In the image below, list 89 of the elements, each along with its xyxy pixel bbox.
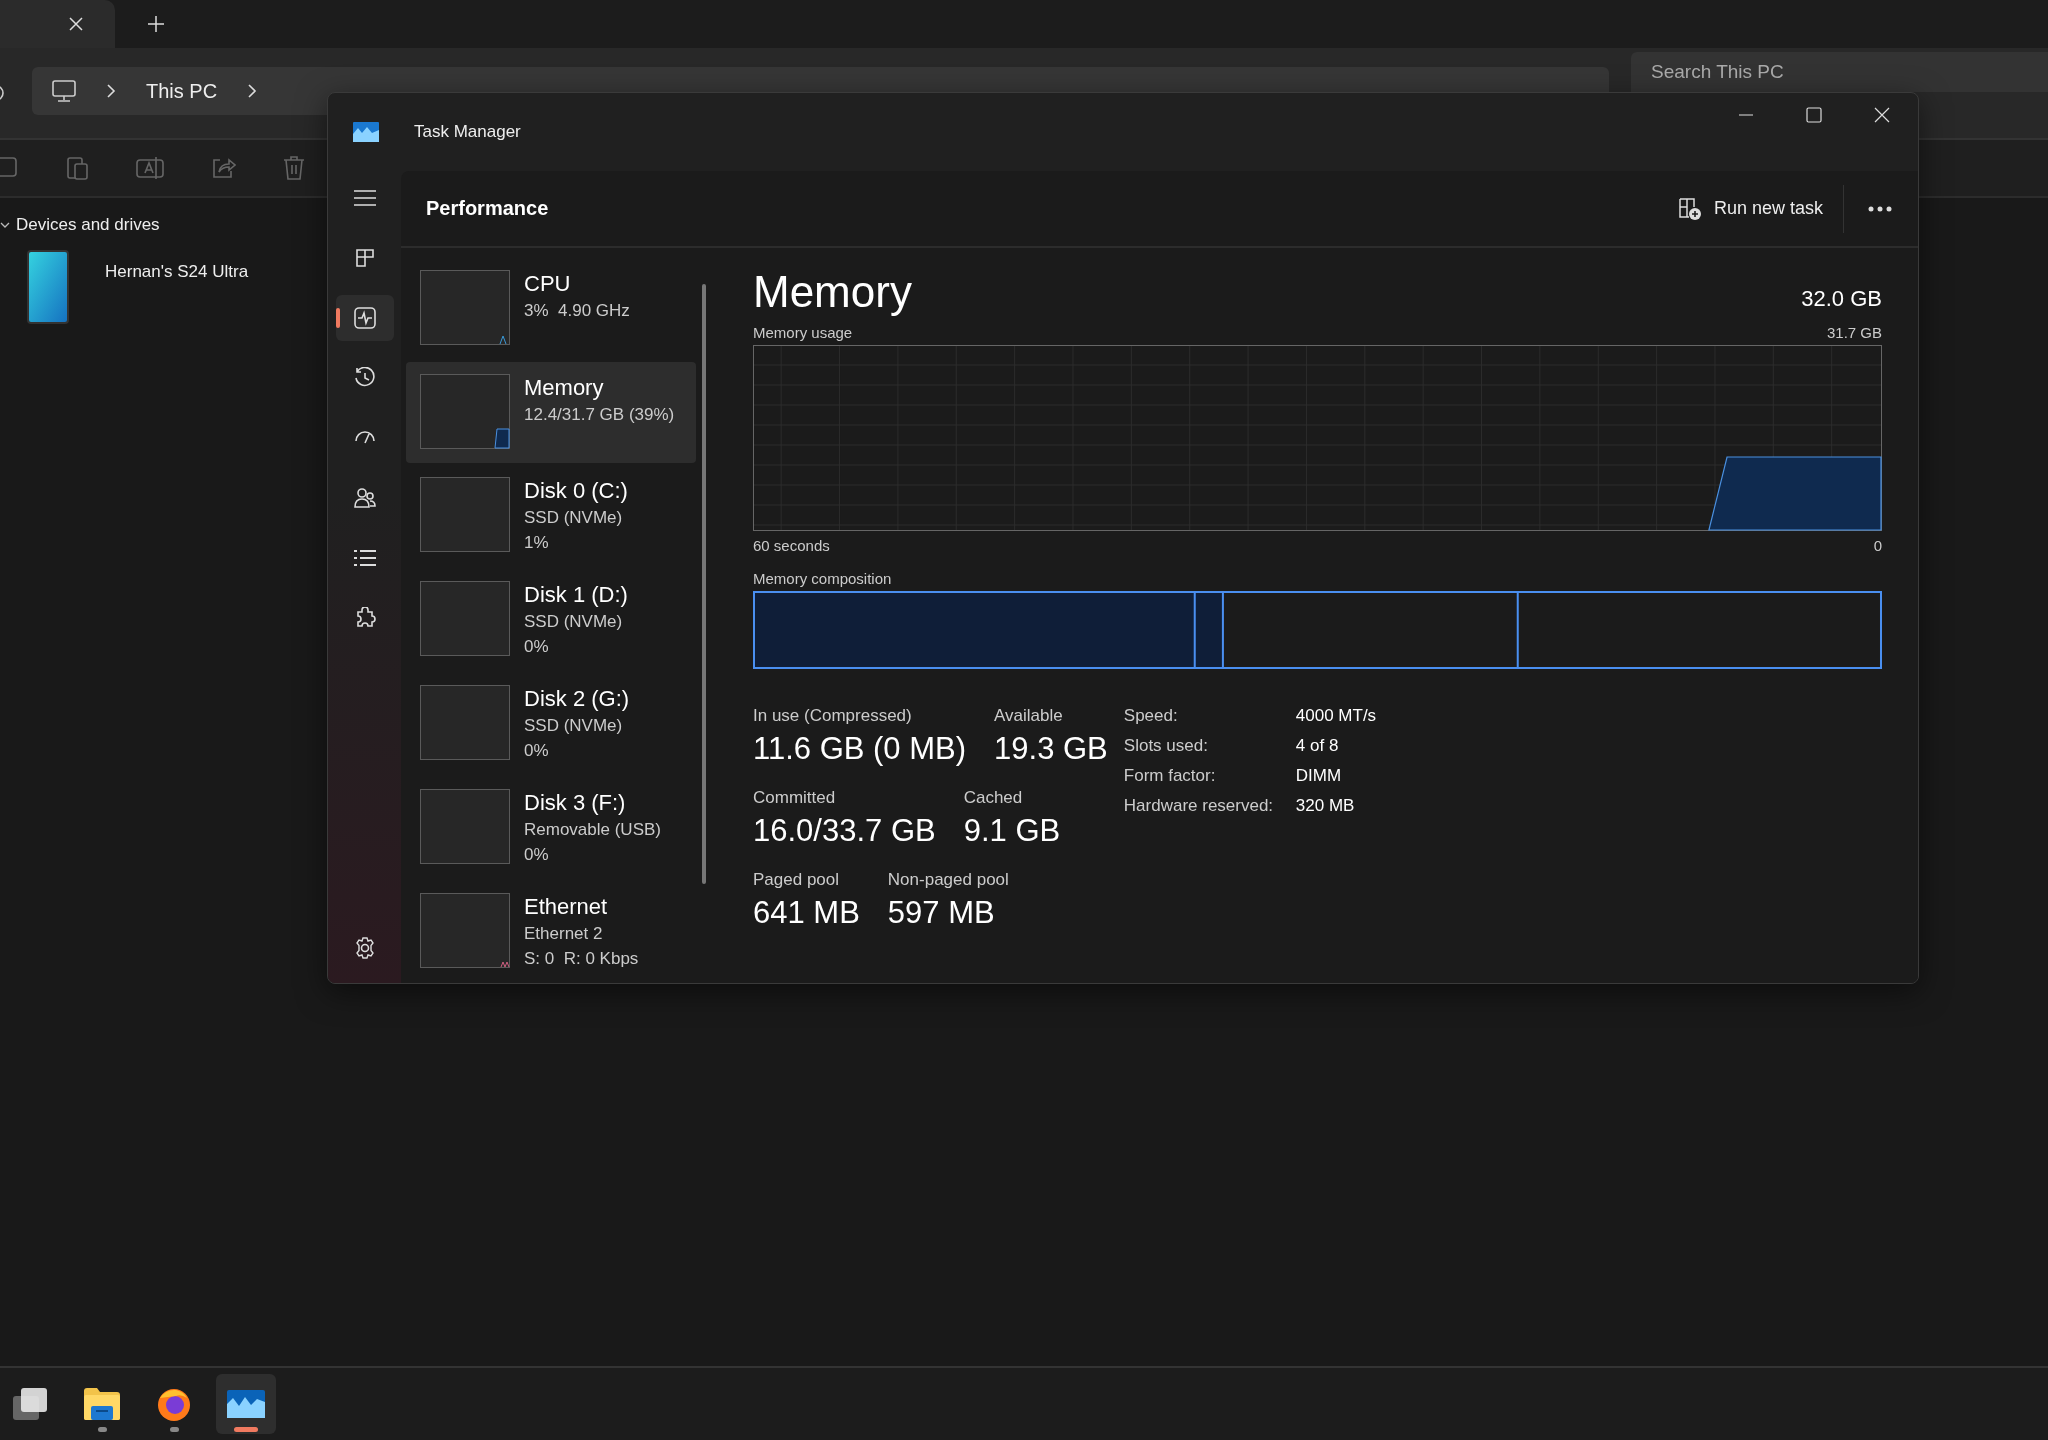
total-capacity: 32.0 GB: [1801, 286, 1882, 312]
close-icon[interactable]: [1874, 107, 1890, 123]
resource-item[interactable]: Ethernet Ethernet 2 S: 0 R: 0 Kbps: [406, 881, 696, 983]
section-header[interactable]: Devices and drives: [16, 215, 160, 235]
resource-detail: 1%: [524, 532, 550, 554]
resource-item[interactable]: Disk 0 (C:) SSD (NVMe) 1%: [406, 465, 696, 567]
chart-label: Memory usage: [753, 324, 853, 341]
resource-detail: 12.4/31.7 GB (39%): [524, 403, 675, 426]
run-new-task-button[interactable]: Run new task: [1671, 188, 1829, 229]
resource-name: Disk 1 (D:): [524, 581, 628, 609]
chevron-icon[interactable]: [0, 220, 10, 230]
spec-value: 320 MB: [1295, 795, 1356, 817]
window-title: Task Manager: [414, 122, 521, 142]
stat-value: 16.0/33.7 GB: [753, 812, 936, 850]
resource-detail: Removable (USB): [524, 819, 661, 841]
resource-detail: Ethernet 2: [524, 923, 604, 945]
resource-detail: SSD (NVMe): [524, 611, 624, 633]
taskbar-button[interactable]: [216, 1374, 276, 1434]
stat-label: Committed: [753, 787, 837, 809]
more-icon[interactable]: [1868, 205, 1892, 212]
monitor-icon: [52, 80, 76, 102]
trash-icon[interactable]: [282, 155, 306, 181]
monitor-graph-icon: [227, 1390, 265, 1418]
chart-label: Memory composition: [753, 570, 892, 587]
stat-label: Available: [994, 705, 1064, 727]
stat-label: Cached: [963, 787, 1024, 809]
resource-name: Ethernet: [524, 893, 609, 921]
spec-label: Form factor:: [1123, 765, 1217, 787]
stat-label: In use (Compressed): [753, 705, 913, 727]
stat-value: 597 MB: [887, 894, 996, 932]
resource-name: Disk 0 (C:): [524, 477, 628, 505]
axis-label: 0: [1873, 537, 1882, 554]
stat-value: 9.1 GB: [963, 812, 1061, 850]
resource-name: Memory: [524, 373, 605, 402]
breadcrumb-item[interactable]: This PC: [146, 79, 218, 103]
spec-value: 4 of 8: [1295, 735, 1340, 757]
scrollbar[interactable]: [702, 284, 706, 884]
pulse-icon: [353, 307, 376, 329]
phone-icon: [27, 250, 69, 324]
spec-label: Slots used:: [1123, 735, 1209, 757]
resource-item[interactable]: Memory 12.4/31.7 GB (39%): [406, 361, 696, 463]
users-icon: [353, 487, 376, 509]
search-field[interactable]: Search This PC: [1631, 52, 2048, 92]
device-name[interactable]: Hernan's S24 Ultra: [105, 262, 249, 282]
resource-name: Disk 3 (F:): [524, 789, 627, 817]
stat-label: Non-paged pool: [887, 869, 1009, 891]
chevron-right-icon[interactable]: [106, 84, 116, 98]
resource-title: Memory: [753, 266, 912, 318]
folder-icon: [83, 1387, 121, 1421]
page-title: Performance: [426, 197, 549, 220]
resource-item[interactable]: Disk 1 (D:) SSD (NVMe) 0%: [406, 569, 696, 671]
browser-icon: [156, 1386, 192, 1422]
grid-icon: [354, 248, 375, 268]
settings-icon: [353, 937, 376, 959]
resource-detail: 0%: [524, 844, 550, 866]
resource-item[interactable]: CPU 3% 4.90 GHz: [406, 258, 696, 360]
maximize-icon[interactable]: [1806, 107, 1822, 123]
chevron-right-icon[interactable]: [247, 84, 258, 98]
chart-max-label: 31.7 GB: [1826, 324, 1882, 341]
history-icon: [353, 367, 376, 389]
resource-detail: 0%: [524, 740, 550, 762]
performance-nav-button[interactable]: [335, 295, 394, 341]
resource-detail: SSD (NVMe): [524, 507, 624, 529]
menu-icon: [353, 190, 376, 206]
spec-label: Speed:: [1123, 705, 1179, 727]
clipboard-icon[interactable]: [66, 155, 90, 181]
spec-value: DIMM: [1295, 765, 1343, 787]
resource-name: Disk 2 (G:): [524, 685, 630, 713]
stat-value: 19.3 GB: [994, 730, 1108, 768]
resource-item[interactable]: Disk 3 (F:) Removable (USB) 0%: [406, 777, 696, 879]
resource-detail: SSD (NVMe): [524, 715, 624, 737]
resource-detail: 3% 4.90 GHz: [524, 300, 630, 322]
windows-icon: [12, 1386, 48, 1422]
app-icon: [353, 122, 379, 142]
rename-icon[interactable]: [136, 155, 164, 181]
resource-name: CPU: [524, 270, 572, 298]
close-icon[interactable]: [68, 16, 84, 32]
stat-value: 641 MB: [753, 894, 860, 932]
stat-value: 11.6 GB (0 MB): [753, 730, 967, 768]
new-tab-icon[interactable]: [147, 15, 165, 33]
spec-label: Hardware reserved:: [1123, 795, 1275, 817]
spec-value: 4000 MT/s: [1295, 705, 1377, 727]
axis-label: 60 seconds: [753, 537, 830, 554]
new-task-icon: [1677, 196, 1702, 221]
resource-detail: 0%: [524, 636, 550, 658]
list-icon: [353, 549, 376, 567]
resource-detail: S: 0 R: 0 Kbps: [524, 948, 639, 970]
resource-item[interactable]: Disk 2 (G:) SSD (NVMe) 0%: [406, 673, 696, 775]
stat-label: Paged pool: [753, 869, 841, 891]
